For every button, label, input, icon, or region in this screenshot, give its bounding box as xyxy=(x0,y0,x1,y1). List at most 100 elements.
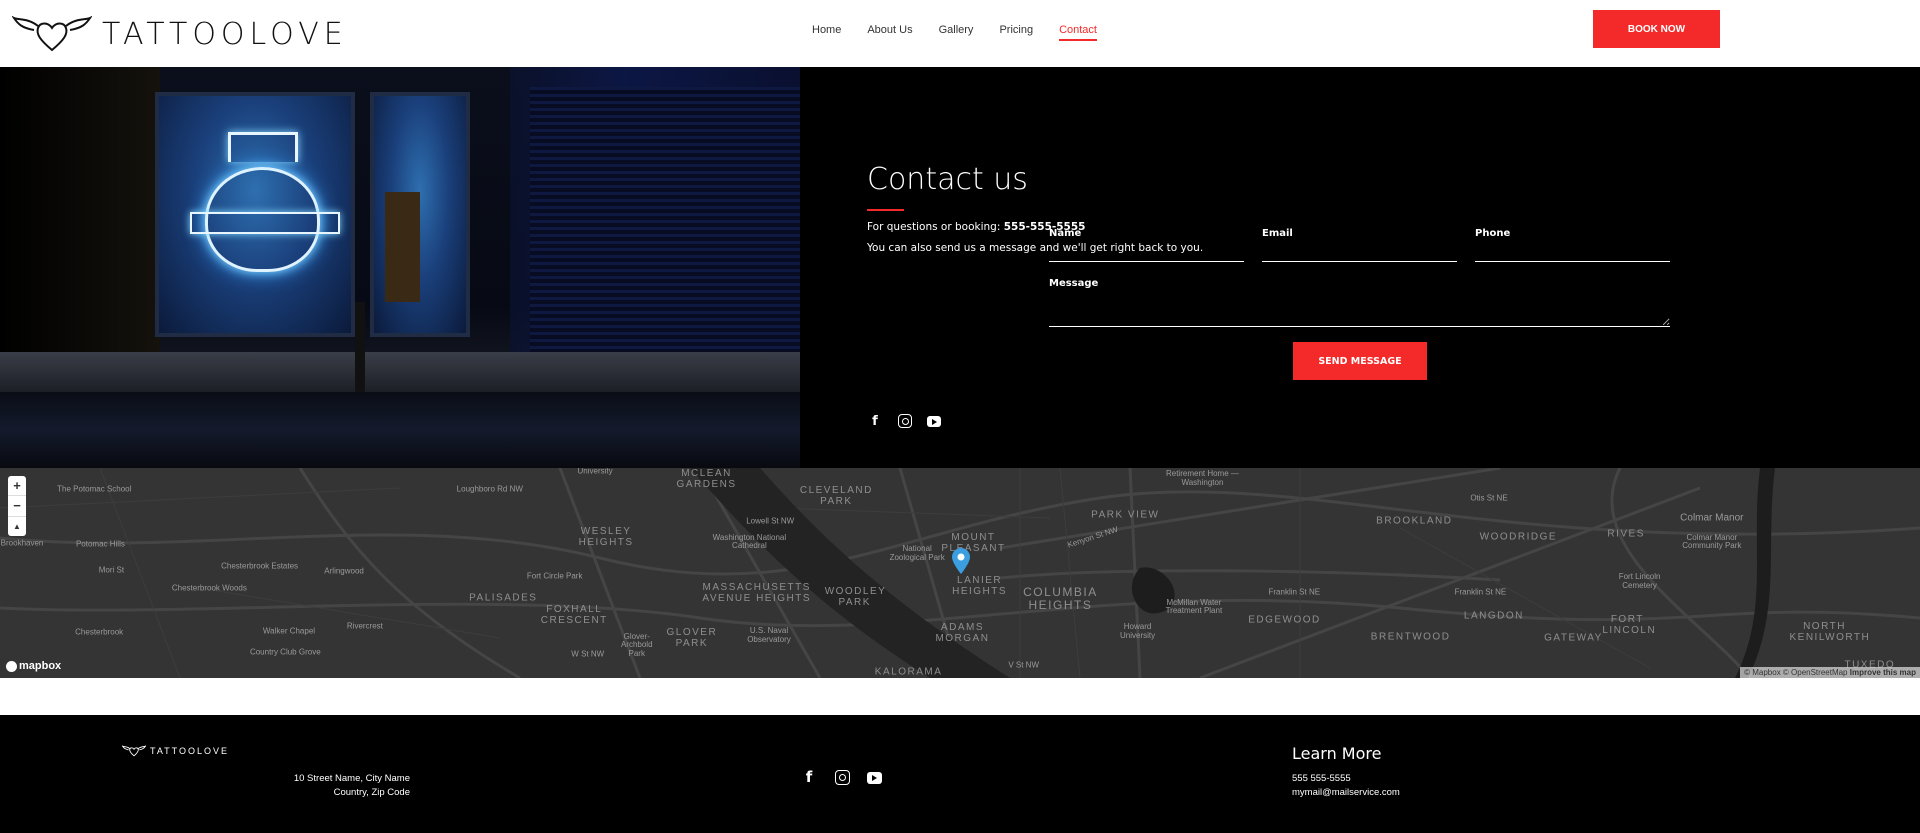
map-label: Fort Lincoln Cemetery xyxy=(1618,572,1661,590)
title-underline xyxy=(867,209,904,211)
map-label: Colmar Manor xyxy=(1680,512,1744,524)
map-label: V St NW xyxy=(1008,660,1040,670)
compass-button[interactable]: ▲ xyxy=(8,517,26,536)
winged-heart-icon xyxy=(122,745,146,757)
instagram-icon[interactable] xyxy=(898,414,912,428)
map-label: Franklin St NE xyxy=(1454,587,1507,597)
map-label: FOXHALL CRESCENT xyxy=(540,603,608,626)
zoom-in-button[interactable]: + xyxy=(8,476,26,497)
message-textarea[interactable] xyxy=(1049,289,1670,327)
map-label: MCLEAN GARDENS xyxy=(676,468,737,491)
contact-section: Contact us For questions or booking: 555… xyxy=(0,67,1920,468)
footer-instagram-icon[interactable] xyxy=(835,770,850,785)
map-label: Potomac Hills xyxy=(75,539,125,549)
message-label: Message xyxy=(1049,278,1099,289)
map-label: Chesterbrook Woods xyxy=(171,583,247,593)
email-label: Email xyxy=(1262,228,1293,239)
phone-label: Phone xyxy=(1475,228,1511,239)
address-line-1: 10 Street Name, City Name xyxy=(293,773,410,784)
map-label: Arlingwood xyxy=(324,566,364,576)
map-label: PALISADES xyxy=(469,592,538,604)
map-label: Walker Chapel xyxy=(262,626,316,636)
map-label: W St NW xyxy=(571,649,605,659)
map-label: The Potomac School xyxy=(57,484,132,494)
map-label: Brookhaven xyxy=(0,538,44,548)
nav-pricing[interactable]: Pricing xyxy=(999,24,1033,41)
map-zoom-controls: + − ▲ xyxy=(8,476,26,536)
map-label: BROOKLAND xyxy=(1376,515,1453,527)
brand-name: TATTOOLOVE xyxy=(102,16,348,52)
map-label: Country Club Grove xyxy=(249,647,321,657)
footer-brand: TATTOOLOVE xyxy=(150,746,230,756)
map-label: Glover-Archbold Park xyxy=(620,631,653,658)
map-label: LANGDON xyxy=(1463,610,1524,622)
learn-more-heading: Learn More xyxy=(1292,744,1382,763)
name-label: Name xyxy=(1049,228,1082,239)
location-pin-icon[interactable] xyxy=(952,548,970,574)
map-label: ADAMS MORGAN xyxy=(935,622,990,645)
main-nav: Home About Us Gallery Pricing Contact xyxy=(812,24,1097,41)
map-label: Retirement Home — Washington xyxy=(1165,469,1239,488)
brand-logo[interactable]: TATTOOLOVE xyxy=(12,14,348,54)
youtube-icon[interactable] xyxy=(927,416,941,427)
map-label: Lowell St NW xyxy=(746,516,795,526)
map-label: GATEWAY xyxy=(1544,632,1603,644)
name-input[interactable] xyxy=(1049,240,1244,262)
map-label: Franklin St NE xyxy=(1268,587,1321,597)
map-label: Howard University xyxy=(1119,622,1156,641)
email-input[interactable] xyxy=(1262,240,1457,262)
map-label: Washington National Cathedral xyxy=(712,532,787,551)
map-label: LANIER HEIGHTS xyxy=(952,574,1008,597)
nav-gallery[interactable]: Gallery xyxy=(939,24,974,41)
mapbox-logo[interactable]: mapbox xyxy=(6,660,61,672)
winged-heart-icon xyxy=(12,15,92,52)
mapbox-icon xyxy=(6,660,17,672)
map-label: GLOVER PARK xyxy=(666,627,718,650)
map-label: Rivercrest xyxy=(346,621,383,631)
mapbox-wordmark: mapbox xyxy=(19,660,62,672)
map-label: Loughboro Rd NW xyxy=(456,484,523,494)
map-label: Otis St NE xyxy=(1470,493,1508,503)
map-label: RIVES xyxy=(1607,528,1645,540)
contact-title: Contact us xyxy=(867,162,1028,197)
map-attribution: © Mapbox © OpenStreetMap Improve this ma… xyxy=(1740,667,1920,678)
send-message-button[interactable]: SEND MESSAGE xyxy=(1293,342,1427,380)
map-label: University xyxy=(577,468,613,476)
map-label: NORTH KENILWORTH xyxy=(1789,621,1871,644)
footer-facebook-icon[interactable]: f xyxy=(802,768,816,786)
location-map[interactable]: The Potomac School Brookhaven Potomac Hi… xyxy=(0,468,1920,678)
map-label: WOODRIDGE xyxy=(1479,531,1558,543)
site-footer: TATTOOLOVE 10 Street Name, City Name Cou… xyxy=(0,715,1920,833)
zoom-out-button[interactable]: − xyxy=(8,496,26,517)
map-label: CLEVELAND PARK xyxy=(799,485,873,508)
footer-phone[interactable]: 555 555-5555 xyxy=(1292,773,1351,784)
footer-youtube-icon[interactable] xyxy=(867,772,882,784)
map-label: U.S. Naval Observatory xyxy=(747,625,791,644)
nav-home[interactable]: Home xyxy=(812,24,841,41)
map-label: COLUMBIA HEIGHTS xyxy=(1023,584,1098,613)
address-line-2: Country, Zip Code xyxy=(333,787,410,798)
map-label: McMillan Water Treatment Plant xyxy=(1165,597,1223,616)
facebook-icon[interactable]: f xyxy=(868,414,882,429)
improve-map-link[interactable]: Improve this map xyxy=(1850,668,1916,677)
map-label: BRENTWOOD xyxy=(1370,631,1451,643)
nav-about-us[interactable]: About Us xyxy=(867,24,912,41)
map-label: MOUNT PLEASANT xyxy=(941,531,1006,554)
map-label: WESLEY HEIGHTS xyxy=(578,525,634,548)
map-label: KALORAMA xyxy=(874,666,943,678)
phone-input[interactable] xyxy=(1475,240,1670,262)
attribution-text[interactable]: © Mapbox © OpenStreetMap xyxy=(1744,668,1847,677)
book-now-button[interactable]: BOOK NOW xyxy=(1593,10,1720,48)
map-label: Mori St xyxy=(98,565,125,575)
nav-contact[interactable]: Contact xyxy=(1059,24,1097,41)
map-label: PARK VIEW xyxy=(1091,509,1160,521)
map-label: Fort Circle Park xyxy=(526,571,583,581)
tattoo-shop-photo xyxy=(0,67,800,468)
footer-email[interactable]: mymail@mailservice.com xyxy=(1292,787,1400,798)
map-label: FORT LINCOLN xyxy=(1602,613,1657,636)
site-header: TATTOOLOVE Home About Us Gallery Pricing… xyxy=(0,0,1920,67)
footer-logo[interactable]: TATTOOLOVE xyxy=(122,745,229,757)
map-label: Chesterbrook Estates xyxy=(221,561,299,571)
map-label: Colmar Manor Community Park xyxy=(1682,532,1742,551)
map-label: MASSACHUSETTS AVENUE HEIGHTS xyxy=(702,581,812,604)
